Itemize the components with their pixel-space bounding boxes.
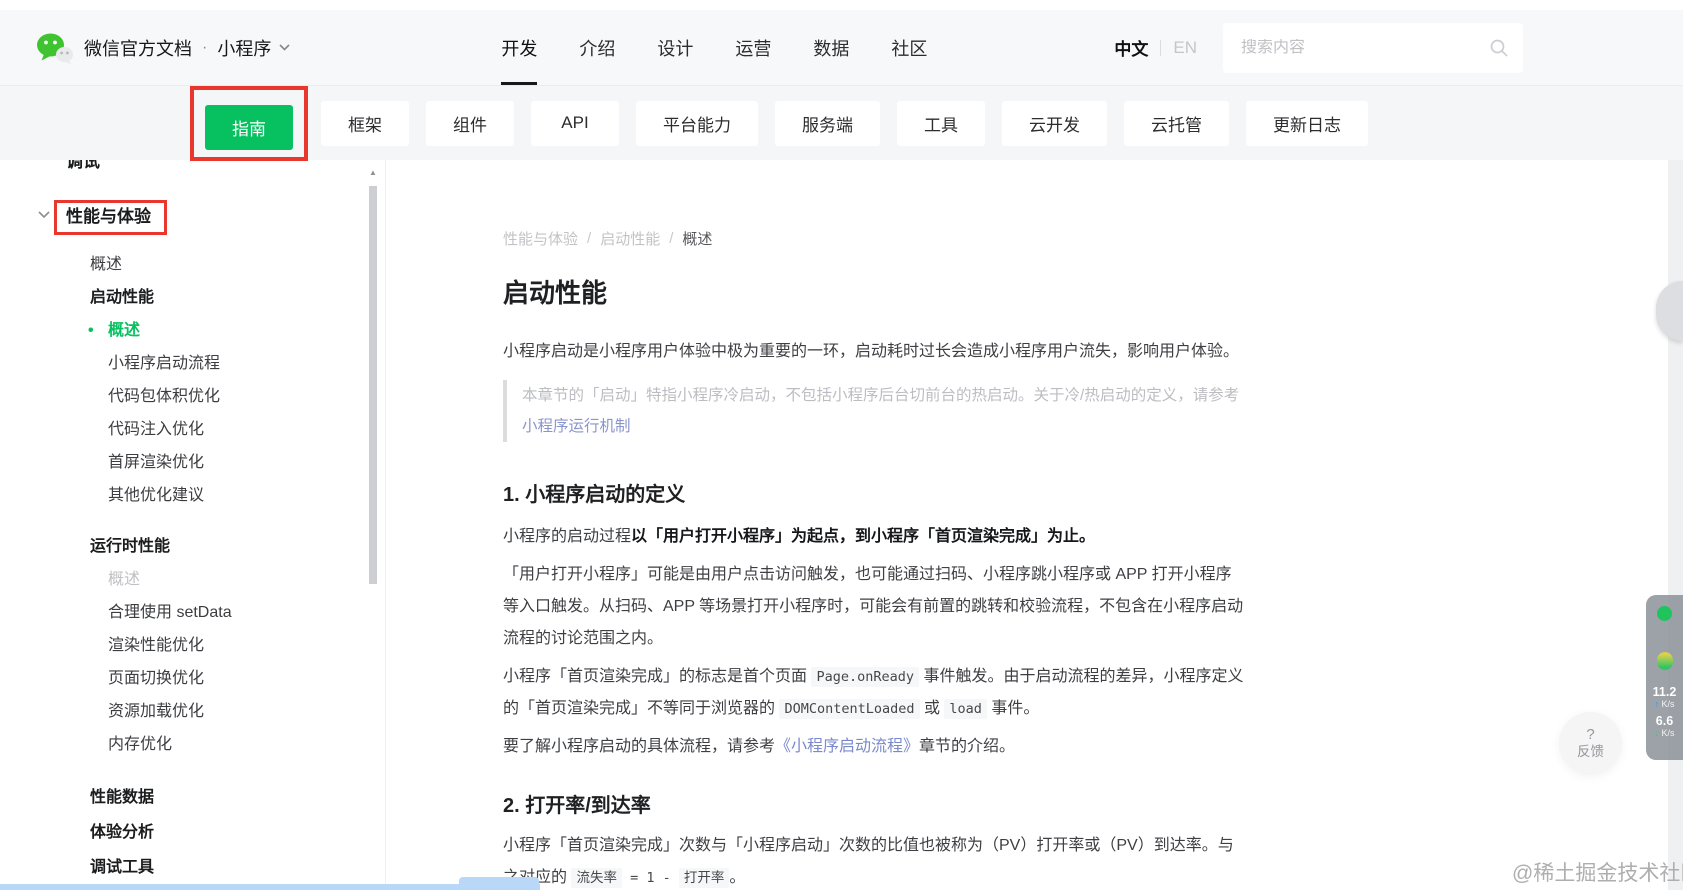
breadcrumb-separator: /: [587, 230, 592, 247]
subnav-tab-platform[interactable]: 平台能力: [636, 100, 758, 146]
sidebar-item-page-switch[interactable]: 页面切换优化: [0, 662, 385, 695]
sidebar-item-resource-loading[interactable]: 资源加载优化: [0, 695, 385, 728]
top-nav-item-develop[interactable]: 开发: [480, 10, 558, 85]
header-right: 中文 EN: [1114, 22, 1683, 73]
subnav-tab-framework[interactable]: 框架: [321, 100, 409, 146]
link-startup-flow[interactable]: 《小程序启动流程》: [775, 738, 919, 755]
top-nav-item-operation[interactable]: 运营: [714, 10, 792, 85]
sidebar-item-runtime-performance[interactable]: 运行时性能: [0, 530, 385, 563]
inline-code-domcontentloaded: DOMContentLoaded: [779, 699, 920, 719]
sidebar-item-debug-clipped[interactable]: 调试: [0, 160, 385, 180]
sidebar-item-other-suggestions[interactable]: 其他优化建议: [0, 479, 385, 512]
breadcrumb-current: 概述: [682, 231, 713, 248]
section1-paragraph1: 小程序的启动过程以「用户打开小程序」为起点，到小程序「首页渲染完成」为止。: [503, 528, 1096, 545]
link-runtime-mechanism[interactable]: 小程序运行机制: [522, 418, 631, 435]
brand[interactable]: 微信官方文档 · 小程序: [36, 32, 290, 64]
watermark: @稀土掘金技术社区: [1512, 862, 1683, 885]
sidebar-scroll-up-arrow[interactable]: ▲: [367, 168, 379, 177]
arrow-up-icon: ↑: [1654, 699, 1659, 709]
wechat-logo-icon: [36, 32, 74, 64]
top-nav-item-intro[interactable]: 介绍: [558, 10, 636, 85]
page-title: 启动性能: [503, 278, 608, 308]
subnav-tab-cloud-dev[interactable]: 云开发: [1002, 100, 1107, 146]
window-top-strip: [0, 0, 1683, 10]
top-nav: 开发 介绍 设计 运营 数据 社区: [480, 10, 948, 85]
shield-gradient-icon: [1656, 652, 1673, 670]
top-nav-item-community[interactable]: 社区: [870, 10, 948, 85]
sidebar-item-package-size[interactable]: 代码包体积优化: [0, 380, 385, 413]
sidebar-item-runtime-overview[interactable]: 概述: [0, 563, 385, 596]
active-bullet: •: [88, 322, 94, 339]
sidebar-item-render-optimization[interactable]: 渲染性能优化: [0, 629, 385, 662]
search-input[interactable]: [1241, 38, 1489, 57]
inline-code-page-onready: Page.onReady: [811, 667, 919, 687]
breadcrumb-separator: /: [669, 230, 674, 247]
section1-paragraph3: 小程序「首页渲染完成」的标志是首个页面 Page.onReady 事件触发。由于…: [503, 667, 1244, 719]
main-layout: 调试 性能与体验 概述 启动性能 • 概述 小程序启动流程 代码包体积优化 代码…: [0, 160, 1683, 890]
subnav-tab-changelog[interactable]: 更新日志: [1246, 100, 1368, 146]
doc-subnav: 指南 框架 组件 API 平台能力 服务端 工具 云开发 云托管 更新日志: [0, 85, 1683, 161]
section1-paragraph2: 「用户打开小程序」可能是由用户点击访问触发，也可能通过扫码、小程序跳小程序或 A…: [503, 566, 1244, 647]
sidebar-scrollbar-thumb[interactable]: [369, 186, 377, 584]
search-icon[interactable]: [1489, 38, 1509, 58]
subnav-tab-server[interactable]: 服务端: [775, 100, 880, 146]
sidebar-tree: 调试 性能与体验 概述 启动性能 • 概述 小程序启动流程 代码包体积优化 代码…: [0, 160, 385, 884]
section2-heading: 2. 打开率/到达率: [503, 795, 651, 817]
sidebar-item-experience-analysis[interactable]: 体验分析: [0, 816, 385, 849]
sidebar-item-performance-data[interactable]: 性能数据: [0, 781, 385, 814]
top-nav-item-data[interactable]: 数据: [792, 10, 870, 85]
main-header: 微信官方文档 · 小程序 开发 介绍 设计 运营 数据 社区 中文 EN: [0, 10, 1683, 86]
note-blockquote: 本章节的「启动」特指小程序冷启动，不包括小程序后台切前台的热启动。关于冷/热启动…: [503, 380, 1245, 442]
question-mark-icon: ?: [1586, 726, 1595, 743]
sidebar-item-memory[interactable]: 内存优化: [0, 728, 385, 761]
brand-product-selector[interactable]: 小程序: [217, 35, 271, 61]
intro-paragraph: 小程序启动是小程序用户体验中极为重要的一环，启动耗时过长会造成小程序用户流失，影…: [503, 343, 1240, 360]
subnav-tab-cloud-hosting[interactable]: 云托管: [1124, 100, 1229, 146]
breadcrumb-startup[interactable]: 启动性能: [600, 228, 660, 249]
lang-zh-button[interactable]: 中文: [1114, 35, 1148, 60]
sidebar-item-startup-flow[interactable]: 小程序启动流程: [0, 347, 385, 380]
breadcrumb: 性能与体验 / 启动性能 / 概述: [503, 228, 1683, 249]
subnav-tab-api[interactable]: API: [531, 100, 619, 146]
subnav-tab-tools[interactable]: 工具: [897, 100, 985, 146]
doc-content: 性能与体验 / 启动性能 / 概述 启动性能 小程序启动是小程序用户体验中极为重…: [386, 160, 1683, 890]
sidebar-item-performance-experience[interactable]: 性能与体验: [0, 196, 385, 238]
section1-heading: 1. 小程序启动的定义: [503, 484, 686, 506]
lang-divider: [1160, 39, 1162, 56]
feedback-button[interactable]: ? 反馈: [1559, 712, 1622, 775]
brand-separator: ·: [202, 38, 208, 56]
page-scrollbar-track[interactable]: [1668, 160, 1683, 890]
network-speed-widget: 11.2 ↑ K/s 6.6 ↓ K/s: [1646, 595, 1683, 760]
annotation-box-performance: 性能与体验: [54, 200, 167, 235]
bottom-blue-strip-bump: [459, 877, 539, 890]
inline-code-load: load: [944, 699, 987, 719]
chevron-down-icon[interactable]: [38, 211, 50, 219]
sidebar: 调试 性能与体验 概述 启动性能 • 概述 小程序启动流程 代码包体积优化 代码…: [0, 160, 386, 890]
inline-code-loss-rate: 流失率: [571, 868, 622, 888]
section2-paragraph1: 小程序「首页渲染完成」次数与「小程序启动」次数的比值也被称为（PV）打开率或（P…: [503, 837, 1234, 888]
sidebar-item-startup-performance[interactable]: 启动性能: [0, 281, 385, 314]
status-dot-icon: [1657, 606, 1672, 621]
sidebar-item-first-screen[interactable]: 首屏渲染优化: [0, 446, 385, 479]
section1-paragraph4: 要了解小程序启动的具体流程，请参考《小程序启动流程》章节的介绍。: [503, 738, 1016, 755]
lang-en-button[interactable]: EN: [1173, 38, 1197, 58]
arrow-down-icon: ↓: [1654, 728, 1659, 738]
sidebar-item-code-injection[interactable]: 代码注入优化: [0, 413, 385, 446]
chevron-down-icon[interactable]: [279, 44, 290, 51]
breadcrumb-performance[interactable]: 性能与体验: [503, 228, 578, 249]
inline-code-open-rate: 打开率: [678, 868, 730, 888]
sidebar-item-debug-tools[interactable]: 调试工具: [0, 851, 385, 884]
subnav-tab-guide[interactable]: 指南: [205, 104, 293, 150]
subnav-tab-component[interactable]: 组件: [426, 100, 514, 146]
top-nav-item-design[interactable]: 设计: [636, 10, 714, 85]
upload-speed: 6.6 ↓ K/s: [1654, 714, 1675, 739]
sidebar-item-overview[interactable]: 概述: [0, 248, 385, 281]
sidebar-item-setdata[interactable]: 合理使用 setData: [0, 596, 385, 629]
sidebar-item-overview-active[interactable]: • 概述: [0, 314, 385, 347]
download-speed: 11.2 ↑ K/s: [1652, 685, 1677, 710]
annotation-box-guide-tab: 指南: [190, 85, 308, 161]
search-box[interactable]: [1223, 22, 1523, 73]
brand-title: 微信官方文档: [84, 38, 192, 59]
